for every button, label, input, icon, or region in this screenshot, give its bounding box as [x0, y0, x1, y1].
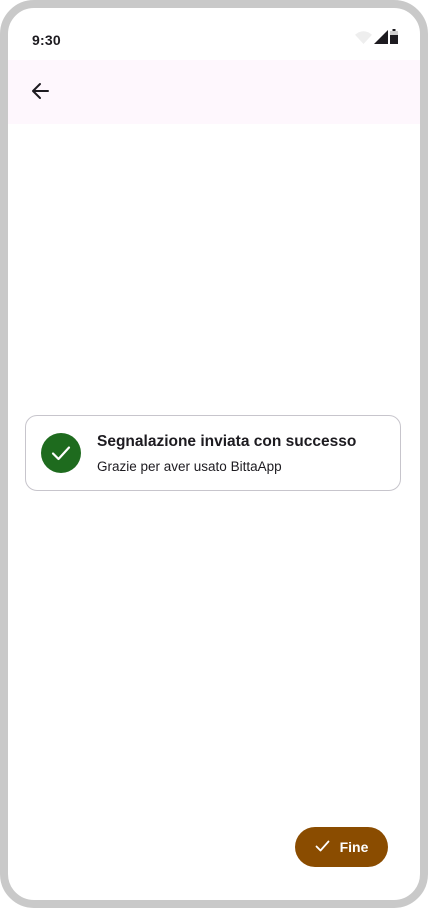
check-circle-icon [41, 433, 81, 473]
check-icon [315, 840, 330, 855]
status-icons [355, 29, 398, 49]
done-button[interactable]: Fine [295, 827, 388, 867]
success-title: Segnalazione inviata con successo [97, 433, 357, 450]
done-button-label: Fine [339, 839, 369, 855]
success-card: Segnalazione inviata con successo Grazie… [25, 415, 401, 491]
status-time: 9:30 [32, 32, 61, 48]
wifi-icon [355, 31, 372, 49]
arrow-back-icon [30, 81, 50, 104]
battery-icon [390, 29, 398, 49]
status-bar: 9:30 [8, 8, 420, 60]
back-button[interactable] [20, 72, 60, 112]
top-app-bar [8, 60, 420, 124]
signal-icon [374, 30, 388, 49]
success-subtitle: Grazie per aver usato BittaApp [97, 459, 282, 474]
phone-frame: 9:30 Segnalazione inviata con successo G… [0, 0, 428, 908]
